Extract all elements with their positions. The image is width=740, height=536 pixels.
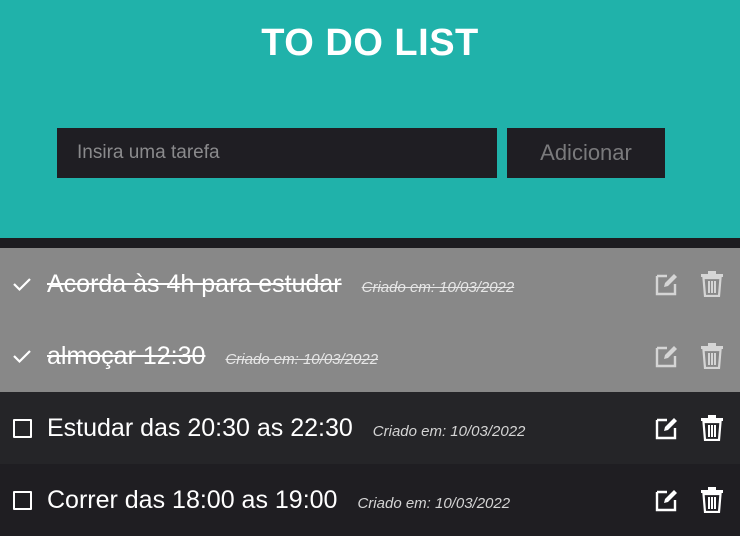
- task-text: Acorda às 4h para estudar Criado em: 10/…: [47, 270, 514, 299]
- check-icon[interactable]: [8, 270, 36, 298]
- task-text: Correr das 18:00 as 19:00 Criado em: 10/…: [47, 486, 510, 515]
- add-task-button[interactable]: Adicionar: [507, 128, 665, 178]
- task-input[interactable]: [57, 128, 497, 178]
- trash-icon[interactable]: [698, 414, 726, 442]
- task-row: Acorda às 4h para estudar Criado em: 10/…: [0, 248, 740, 320]
- task-created-date: Criado em: 10/03/2022: [357, 494, 511, 512]
- task-name: almoçar 12:30: [47, 341, 206, 370]
- task-row: Estudar das 20:30 as 22:30 Criado em: 10…: [0, 392, 740, 464]
- task-created-date: Criado em: 10/03/2022: [361, 278, 515, 296]
- app-title: TO DO LIST: [261, 22, 479, 64]
- task-created-date: Criado em: 10/03/2022: [372, 422, 526, 440]
- trash-icon[interactable]: [698, 486, 726, 514]
- trash-icon[interactable]: [698, 342, 726, 370]
- task-text: Estudar das 20:30 as 22:30 Criado em: 10…: [47, 414, 525, 443]
- edit-icon[interactable]: [653, 414, 681, 442]
- check-icon[interactable]: [8, 342, 36, 370]
- edit-icon[interactable]: [653, 486, 681, 514]
- task-name: Correr das 18:00 as 19:00: [47, 485, 338, 514]
- task-row: almoçar 12:30 Criado em: 10/03/2022: [0, 320, 740, 392]
- checkbox-icon[interactable]: [8, 414, 36, 442]
- separator: [0, 238, 740, 248]
- header: TO DO LIST Adicionar: [0, 0, 740, 238]
- task-text: almoçar 12:30 Criado em: 10/03/2022: [47, 342, 378, 371]
- task-row: Correr das 18:00 as 19:00 Criado em: 10/…: [0, 464, 740, 536]
- task-created-date: Criado em: 10/03/2022: [225, 350, 379, 368]
- task-list: Acorda às 4h para estudar Criado em: 10/…: [0, 248, 740, 536]
- task-name: Estudar das 20:30 as 22:30: [47, 413, 353, 442]
- checkbox-icon[interactable]: [8, 486, 36, 514]
- task-name: Acorda às 4h para estudar: [47, 269, 342, 298]
- edit-icon[interactable]: [653, 270, 681, 298]
- trash-icon[interactable]: [698, 270, 726, 298]
- edit-icon[interactable]: [653, 342, 681, 370]
